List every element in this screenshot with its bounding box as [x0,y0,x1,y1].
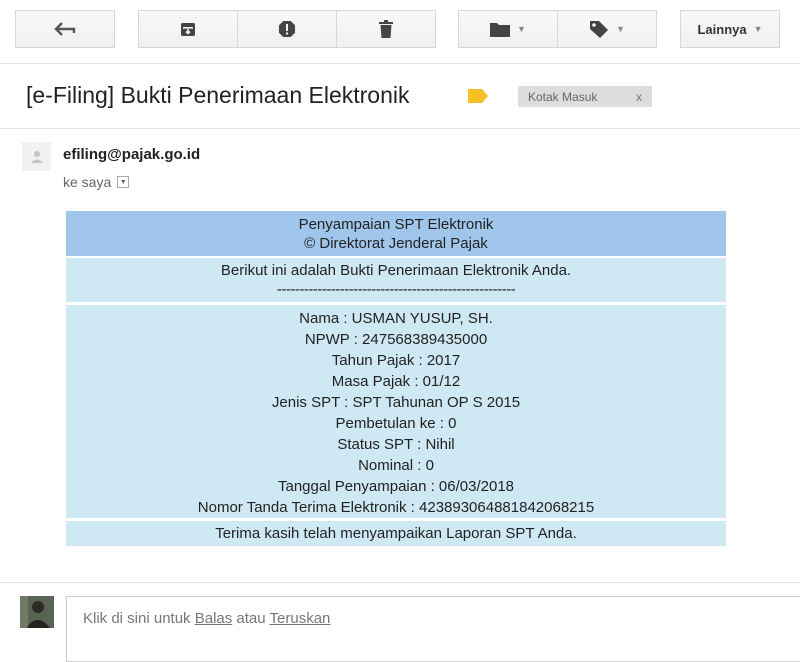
receipt-header-title: Penyampaian SPT Elektronik [298,216,494,233]
trash-icon [379,20,393,38]
detail-nomor-tanda-terima: Nomor Tanda Terima Elektronik : 42389306… [197,499,595,516]
important-marker-icon[interactable] [468,89,488,103]
receipt-intro-rule: ----------------------------------------… [276,281,516,298]
forward-link[interactable]: Teruskan [270,610,331,627]
show-details-dropdown-icon[interactable]: ▼ [117,176,130,188]
receipt-header: Penyampaian SPT Elektronik © Direktorat … [66,211,726,256]
toolbar: ▼ ▼ Lainnya ▼ [0,10,800,50]
detail-masa-pajak: Masa Pajak : 01/12 [331,373,461,390]
back-arrow-icon [54,22,76,36]
user-avatar[interactable] [20,596,54,628]
detail-npwp: NPWP : 247568389435000 [304,331,488,348]
sender-email[interactable]: efiling@pajak.go.id [63,146,200,163]
sender-avatar[interactable] [22,142,51,171]
detail-tahun-pajak: Tahun Pajak : 2017 [331,352,461,369]
folder-icon [490,22,511,37]
user-photo-icon [20,596,54,628]
chevron-down-icon: ▼ [616,24,625,34]
move-to-button[interactable]: ▼ [458,10,558,48]
receipt-details: Nama : USMAN YUSUP, SH. NPWP : 247568389… [66,305,726,518]
reply-link[interactable]: Balas [195,610,233,627]
report-spam-button[interactable] [237,10,337,48]
receipt-header-copyright: © Direktorat Jenderal Pajak [304,235,488,252]
inbox-label-chip: Kotak Masuk x [518,86,652,107]
labels-button[interactable]: ▼ [557,10,657,48]
toolbar-divider [0,63,800,64]
person-icon [30,150,43,163]
delete-button[interactable] [336,10,436,48]
detail-nominal: Nominal : 0 [358,457,434,474]
inbox-label-text: Kotak Masuk [528,89,598,104]
header-divider [0,128,800,129]
reply-prefix: Klik di sini untuk [83,610,195,627]
detail-tanggal-penyampaian: Tanggal Penyampaian : 06/03/2018 [277,478,514,495]
remove-label-button[interactable]: x [636,90,642,104]
chevron-down-icon: ▼ [753,24,763,34]
receipt-intro: Berikut ini adalah Bukti Penerimaan Elek… [66,258,726,302]
archive-button[interactable] [138,10,238,48]
receipt-thanks: Terima kasih telah menyampaikan Laporan … [66,521,726,546]
more-button[interactable]: Lainnya ▼ [680,10,780,48]
reply-middle: atau [232,610,270,627]
receipt-intro-text: Berikut ini adalah Bukti Penerimaan Elek… [220,262,572,279]
chevron-down-icon: ▼ [517,24,526,34]
recipient-text: ke saya [63,174,112,190]
reply-box[interactable] [66,596,800,662]
detail-pembetulan: Pembetulan ke : 0 [335,415,457,432]
email-subject: [e-Filing] Bukti Penerimaan Elektronik [26,82,410,108]
back-button[interactable] [15,10,115,48]
more-button-label: Lainnya [697,21,747,37]
detail-jenis-spt: Jenis SPT : SPT Tahunan OP S 2015 [271,394,521,411]
reply-divider [0,582,800,583]
detail-nama: Nama : USMAN YUSUP, SH. [299,310,493,327]
recipient-line: ke saya ▼ [63,174,130,190]
label-tag-icon [590,21,609,38]
reply-prompt: Klik di sini untuk Balas atau Teruskan [83,610,330,627]
spam-icon [279,21,295,37]
detail-status-spt: Status SPT : Nihil [337,436,455,453]
archive-icon [181,22,195,36]
